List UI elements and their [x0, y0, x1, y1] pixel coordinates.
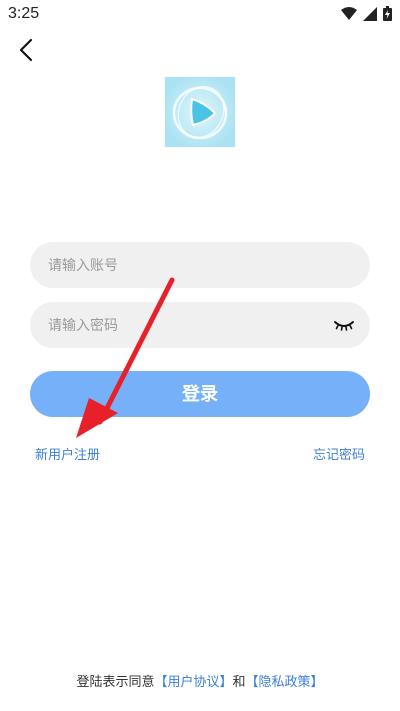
privacy-policy-link[interactable]: 【隐私政策】	[246, 675, 324, 690]
signal-icon	[363, 6, 377, 21]
register-link[interactable]: 新用户注册	[35, 444, 100, 463]
agreement-prefix: 登陆表示同意	[76, 675, 155, 690]
status-icons	[341, 6, 392, 21]
user-agreement-link[interactable]: 【用户协议】	[154, 675, 232, 690]
status-time: 3:25	[8, 5, 40, 22]
account-input[interactable]	[46, 242, 330, 290]
battery-icon	[383, 6, 392, 21]
login-button[interactable]: 登录	[30, 371, 370, 417]
login-screen: 3:25 请输入账号 登录 新用户注册 忘记密码 登陆表示同意【用户协议】和【隐…	[0, 0, 400, 711]
forgot-password-link[interactable]: 忘记密码	[313, 444, 365, 463]
app-logo-play-icon	[165, 77, 235, 147]
back-button[interactable]	[12, 36, 40, 64]
app-logo	[165, 77, 235, 147]
password-input[interactable]	[46, 302, 330, 350]
password-field[interactable]	[30, 302, 370, 350]
account-field[interactable]	[30, 242, 370, 290]
agreement-and: 和	[232, 675, 246, 690]
status-bar: 3:25	[0, 0, 400, 28]
agreement-text: 登陆表示同意【用户协议】和【隐私政策】	[0, 671, 400, 690]
eye-closed-icon[interactable]	[332, 316, 356, 334]
chevron-left-icon	[19, 38, 33, 62]
wifi-icon	[341, 6, 357, 20]
